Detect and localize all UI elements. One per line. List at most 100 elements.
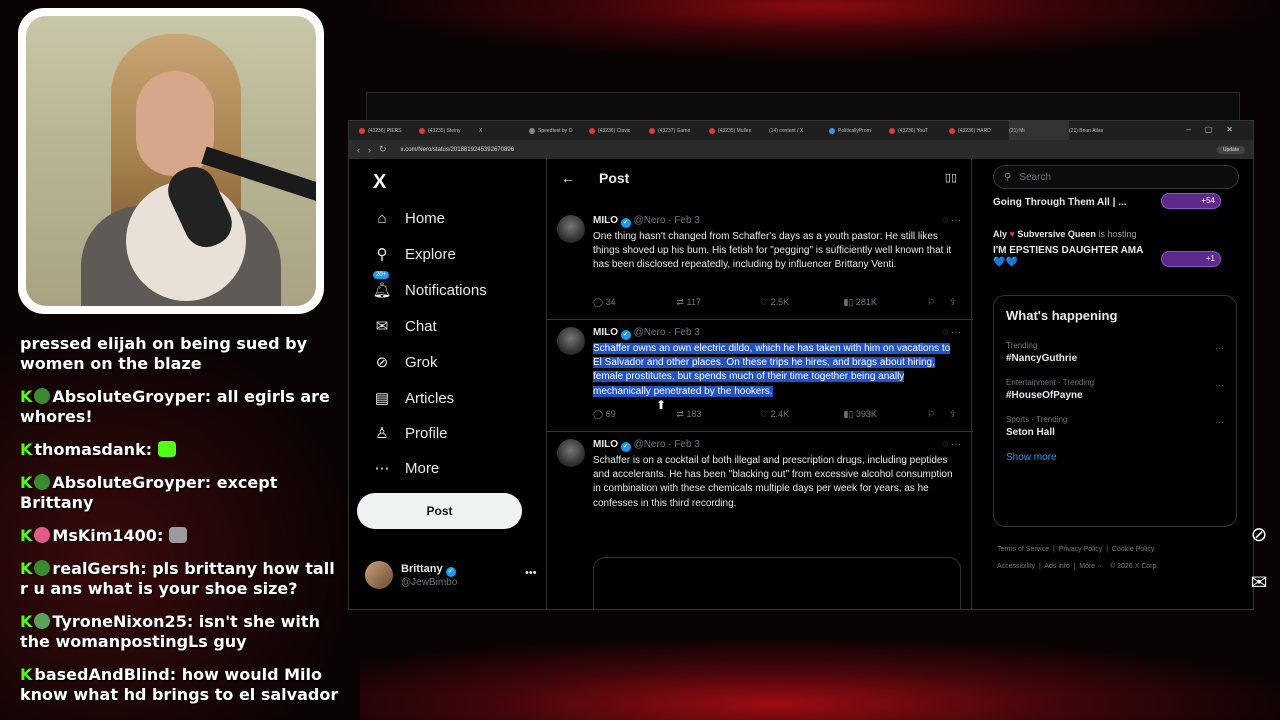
nav-label: Home <box>405 209 446 227</box>
browser-tab-active[interactable]: (21) Mi <box>1009 121 1069 140</box>
footer-link[interactable]: Accessibility <box>997 563 1035 570</box>
show-more-link[interactable]: Show more <box>1006 452 1224 463</box>
copyright: © 2026 X Corp. <box>1109 563 1159 570</box>
tab-label: (43236) YouT <box>898 127 929 134</box>
tweet-date[interactable]: Feb 3 <box>674 439 700 450</box>
more-dots-icon[interactable]: ••• <box>525 567 537 579</box>
browser-tab[interactable]: (43235) Mullen <box>709 127 769 134</box>
footer-links: Terms of Service | Privacy Policy | Cook… <box>997 546 1159 570</box>
tweet-date[interactable]: Feb 3 <box>674 327 700 338</box>
repost-button[interactable]: ⇄ 117 <box>677 297 761 308</box>
share-icon[interactable]: ⇪ <box>949 409 959 420</box>
nav-explore[interactable]: ⚲ Explore <box>373 245 456 264</box>
footer-link[interactable]: Privacy Policy <box>1059 546 1103 553</box>
nav-articles[interactable]: ▤ Articles <box>373 389 454 408</box>
tweet[interactable]: MILO ✓ @Nero · Feb 3 ◌ ··· Schaffer owns… <box>557 327 961 420</box>
browser-tab[interactable]: (43236) YouT <box>889 127 949 134</box>
reply-button[interactable]: ◯ 34 <box>593 297 677 308</box>
bookmark-icon[interactable]: ⚐ <box>927 297 949 308</box>
tweet-header: MILO ✓ @Nero · Feb 3 <box>593 439 700 452</box>
post-button[interactable]: Post <box>357 493 522 529</box>
tweet-avatar[interactable] <box>557 327 585 355</box>
tweet-avatar[interactable] <box>557 215 585 243</box>
account-switcher[interactable]: Brittany ✓ @JewBimbo ••• <box>365 561 537 589</box>
footer-link[interactable]: Ads info <box>1044 563 1069 570</box>
tweet-menu-icon[interactable]: ◌ ··· <box>942 327 961 338</box>
nav-profile[interactable]: ♙ Profile <box>373 424 448 443</box>
reload-icon[interactable]: ↻ <box>379 144 387 155</box>
like-button[interactable]: ♡ 2.4K <box>760 409 844 420</box>
articles-icon: ▤ <box>374 390 390 407</box>
browser-tab[interactable]: (14) content / X <box>769 128 829 134</box>
nav-notifications[interactable]: 🔔︎ 20+ Notifications <box>372 271 487 299</box>
like-button[interactable]: ♡ 2.5K <box>760 297 844 308</box>
tweet-author[interactable]: MILO <box>593 439 618 450</box>
more-dots-icon[interactable]: ··· <box>1215 380 1224 390</box>
nav-more[interactable]: ⋯ More <box>373 459 440 478</box>
trend-item[interactable]: Sports · Trending Seton Hall ··· <box>1006 415 1224 438</box>
left-nav: X ⌂ Home ⚲ Explore 🔔︎ 20+ Notifications ✉ Cha… <box>357 159 537 609</box>
views-button[interactable]: ▮▯ 281K <box>844 297 928 308</box>
window-controls[interactable]: –▢✕ <box>1186 125 1247 134</box>
page-title: Post <box>599 170 630 186</box>
tweet-avatar[interactable] <box>557 439 585 467</box>
nav-home[interactable]: ⌂ Home <box>373 209 445 227</box>
repost-button[interactable]: ⇄ 183 <box>677 409 761 420</box>
forward-arrow-icon[interactable]: › <box>368 145 371 155</box>
more-dots-icon[interactable]: ··· <box>1215 417 1224 427</box>
browser-tab[interactable]: X <box>479 128 529 134</box>
tweet-author[interactable]: MILO <box>593 327 618 338</box>
tweet[interactable]: MILO ✓ @Nero · Feb 3 ◌ ··· One thing has… <box>557 215 961 308</box>
tweet-menu-icon[interactable]: ◌ ··· <box>942 215 961 226</box>
kick-icon: K <box>20 665 33 684</box>
tweet-date[interactable]: Feb 3 <box>674 215 700 226</box>
browser-tab[interactable]: (43236) HARD <box>949 127 1009 134</box>
nav-chat[interactable]: ✉ Chat <box>373 317 437 336</box>
tweet[interactable]: MILO ✓ @Nero · Feb 3 ◌ ··· Schaffer is o… <box>557 439 961 519</box>
trend-meta: Trending <box>1006 341 1038 350</box>
browser-tab[interactable]: (43236) PIERS <box>359 127 419 134</box>
reader-mode-icon[interactable]: ▯▯ <box>945 171 957 184</box>
back-arrow-icon[interactable]: ‹ <box>357 145 360 155</box>
browser-tab[interactable]: (43235) Steiny <box>419 127 479 134</box>
nav-label: Profile <box>405 424 448 442</box>
live-space-card[interactable]: Going Through Them All | ... +54 <box>993 193 1239 221</box>
nav-label: Grok <box>405 353 438 371</box>
share-icon[interactable]: ⇪ <box>949 297 959 308</box>
tweet-actions: ◯ 69 ⇄ 183 ♡ 2.4K ▮▯ 393K ⚐ ⇪ <box>593 409 959 420</box>
chat-message: KrealGersh: pls brittany how tall r u an… <box>20 559 335 598</box>
trend-item[interactable]: Trending #NancyGuthrie ··· <box>1006 341 1224 364</box>
grok-icon[interactable]: ⊘ <box>1244 520 1274 548</box>
update-button[interactable]: Update <box>1216 145 1245 154</box>
footer-link[interactable]: Terms of Service <box>997 546 1049 553</box>
chat-message: K AbsoluteGroyper: except Brittany <box>20 473 278 512</box>
live-space-card[interactable]: Aly ♥ Subversive Queen is hosting I'M EP… <box>993 229 1239 279</box>
browser-tab[interactable]: (43237) Game <box>649 127 709 134</box>
x-logo-icon[interactable]: X <box>373 171 386 194</box>
browser-tab[interactable]: PoliticallyProm <box>829 127 889 134</box>
footer-link[interactable]: Cookie Policy <box>1112 546 1154 553</box>
tweet-handle[interactable]: @Nero <box>634 327 666 338</box>
bookmark-icon[interactable]: ⚐ <box>927 409 949 420</box>
tweet-media[interactable] <box>593 557 961 609</box>
nav-grok[interactable]: ⊘ Grok <box>373 353 438 372</box>
kick-icon: K <box>20 612 33 631</box>
footer-link[interactable]: More ··· <box>1079 563 1104 570</box>
tweet-menu-icon[interactable]: ◌ ··· <box>942 439 961 450</box>
more-dots-icon[interactable]: ··· <box>1215 343 1224 353</box>
tweet-author[interactable]: MILO <box>593 215 618 226</box>
tweet-text: Schaffer is on a cocktail of both illega… <box>593 455 953 509</box>
youtube-icon <box>359 127 365 134</box>
search-input[interactable]: ⚲ Search <box>993 165 1239 189</box>
back-arrow-icon[interactable]: ← <box>561 170 575 186</box>
browser-tab[interactable]: (21) Brian Atlas <box>1069 128 1129 134</box>
views-button[interactable]: ▮▯ 393K <box>844 409 928 420</box>
mail-icon[interactable]: ✉ <box>1244 568 1274 596</box>
tweet-handle[interactable]: @Nero <box>634 439 666 450</box>
url-field[interactable]: x.com/Nero/status/2018819245392670896 <box>395 147 1209 153</box>
trend-item[interactable]: Entertainment · Trending #HouseOfPayne ·… <box>1006 378 1224 401</box>
browser-tab[interactable]: (43236) Clavic <box>589 127 649 134</box>
browser-tab[interactable]: Speedtest by O <box>529 127 589 134</box>
background-glow-bottom <box>360 640 1280 720</box>
tweet-handle[interactable]: @Nero <box>634 215 666 226</box>
